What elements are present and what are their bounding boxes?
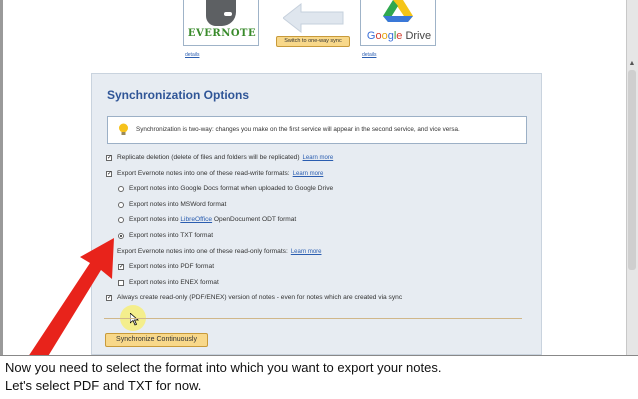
msword-radio[interactable] (118, 201, 124, 208)
export-ro-label: Export Evernote notes into one of these … (117, 248, 288, 255)
learn-more-link[interactable]: Learn more (291, 249, 322, 255)
gdrive-details-link[interactable]: details (362, 52, 376, 58)
info-box: Synchronization is two-way: changes you … (107, 116, 527, 144)
caption-line-2: Let's select PDF and TXT for now. (5, 378, 202, 393)
mouse-cursor-icon (130, 313, 139, 326)
export-ro-checkbox[interactable] (106, 248, 112, 255)
odt-label: Export notes into LibreOffice OpenDocume… (129, 216, 297, 223)
libreoffice-link[interactable]: LibreOffice (180, 216, 212, 223)
synchronize-continuously-button[interactable]: Synchronize Continuously (105, 333, 208, 347)
enex-label: Export notes into ENEX format (129, 279, 219, 286)
gdocs-radio-option[interactable]: Export notes into Google Docs format whe… (118, 185, 333, 192)
export-rw-option[interactable]: ✓ Export Evernote notes into one of thes… (106, 170, 323, 177)
google-drive-icon (383, 0, 413, 22)
evernote-label: EVERNOTE (187, 28, 257, 39)
msword-label: Export notes into MSWord format (129, 201, 227, 208)
panel-divider (104, 318, 522, 319)
caption-line-1: Now you need to select the format into w… (5, 360, 442, 375)
always-readonly-checkbox[interactable]: ✓ (106, 294, 112, 301)
replicate-deletion-checkbox[interactable]: ✓ (106, 154, 112, 161)
panel-title: Synchronization Options (107, 88, 250, 102)
pdf-option[interactable]: ✓ Export notes into PDF format (118, 263, 214, 270)
txt-label: Export notes into TXT format (129, 232, 214, 239)
always-readonly-option[interactable]: ✓ Always create read-only (PDF/ENEX) ver… (106, 294, 402, 301)
always-readonly-label: Always create read-only (PDF/ENEX) versi… (117, 294, 403, 301)
google-drive-label: Google Drive (366, 30, 432, 42)
learn-more-link[interactable]: Learn more (293, 171, 324, 177)
export-rw-checkbox[interactable]: ✓ (106, 170, 112, 177)
caption-box: Now you need to select the format into w… (0, 355, 638, 399)
export-rw-label: Export Evernote notes into one of these … (117, 170, 290, 177)
odt-radio-option[interactable]: Export notes into LibreOffice OpenDocume… (118, 216, 296, 223)
txt-radio[interactable] (118, 232, 124, 239)
gdocs-radio[interactable] (118, 185, 124, 192)
page-scrollbar[interactable]: ▲ (626, 0, 638, 355)
sync-options-panel: Synchronization Options Synchronization … (91, 73, 542, 355)
sync-direction-arrow-icon (283, 3, 344, 33)
enex-checkbox[interactable] (118, 279, 124, 286)
pdf-label: Export notes into PDF format (129, 263, 215, 270)
pdf-checkbox[interactable]: ✓ (118, 263, 124, 270)
enex-option[interactable]: Export notes into ENEX format (118, 279, 219, 286)
evernote-service-card[interactable]: EVERNOTE (183, 0, 259, 46)
odt-radio[interactable] (118, 216, 124, 223)
info-text: Synchronization is two-way: changes you … (136, 126, 460, 133)
switch-one-way-sync-button[interactable]: Switch to one-way sync (276, 36, 350, 47)
scroll-up-arrow-icon[interactable]: ▲ (628, 60, 636, 68)
txt-radio-option[interactable]: Export notes into TXT format (118, 232, 213, 239)
export-ro-option[interactable]: Export Evernote notes into one of these … (106, 248, 322, 255)
evernote-details-link[interactable]: details (185, 52, 199, 58)
scroll-thumb[interactable] (628, 70, 636, 270)
learn-more-link[interactable]: Learn more (303, 155, 334, 161)
replicate-deletion-option[interactable]: ✓ Replicate deletion (delete of files an… (106, 154, 333, 161)
window-left-edge (0, 0, 3, 399)
gdrive-service-card[interactable]: Google Drive (360, 0, 436, 46)
lightbulb-icon (119, 123, 128, 135)
evernote-elephant-icon (206, 0, 236, 26)
replicate-deletion-label: Replicate deletion (delete of files and … (117, 154, 300, 161)
gdocs-label: Export notes into Google Docs format whe… (129, 185, 334, 192)
msword-radio-option[interactable]: Export notes into MSWord format (118, 201, 226, 208)
